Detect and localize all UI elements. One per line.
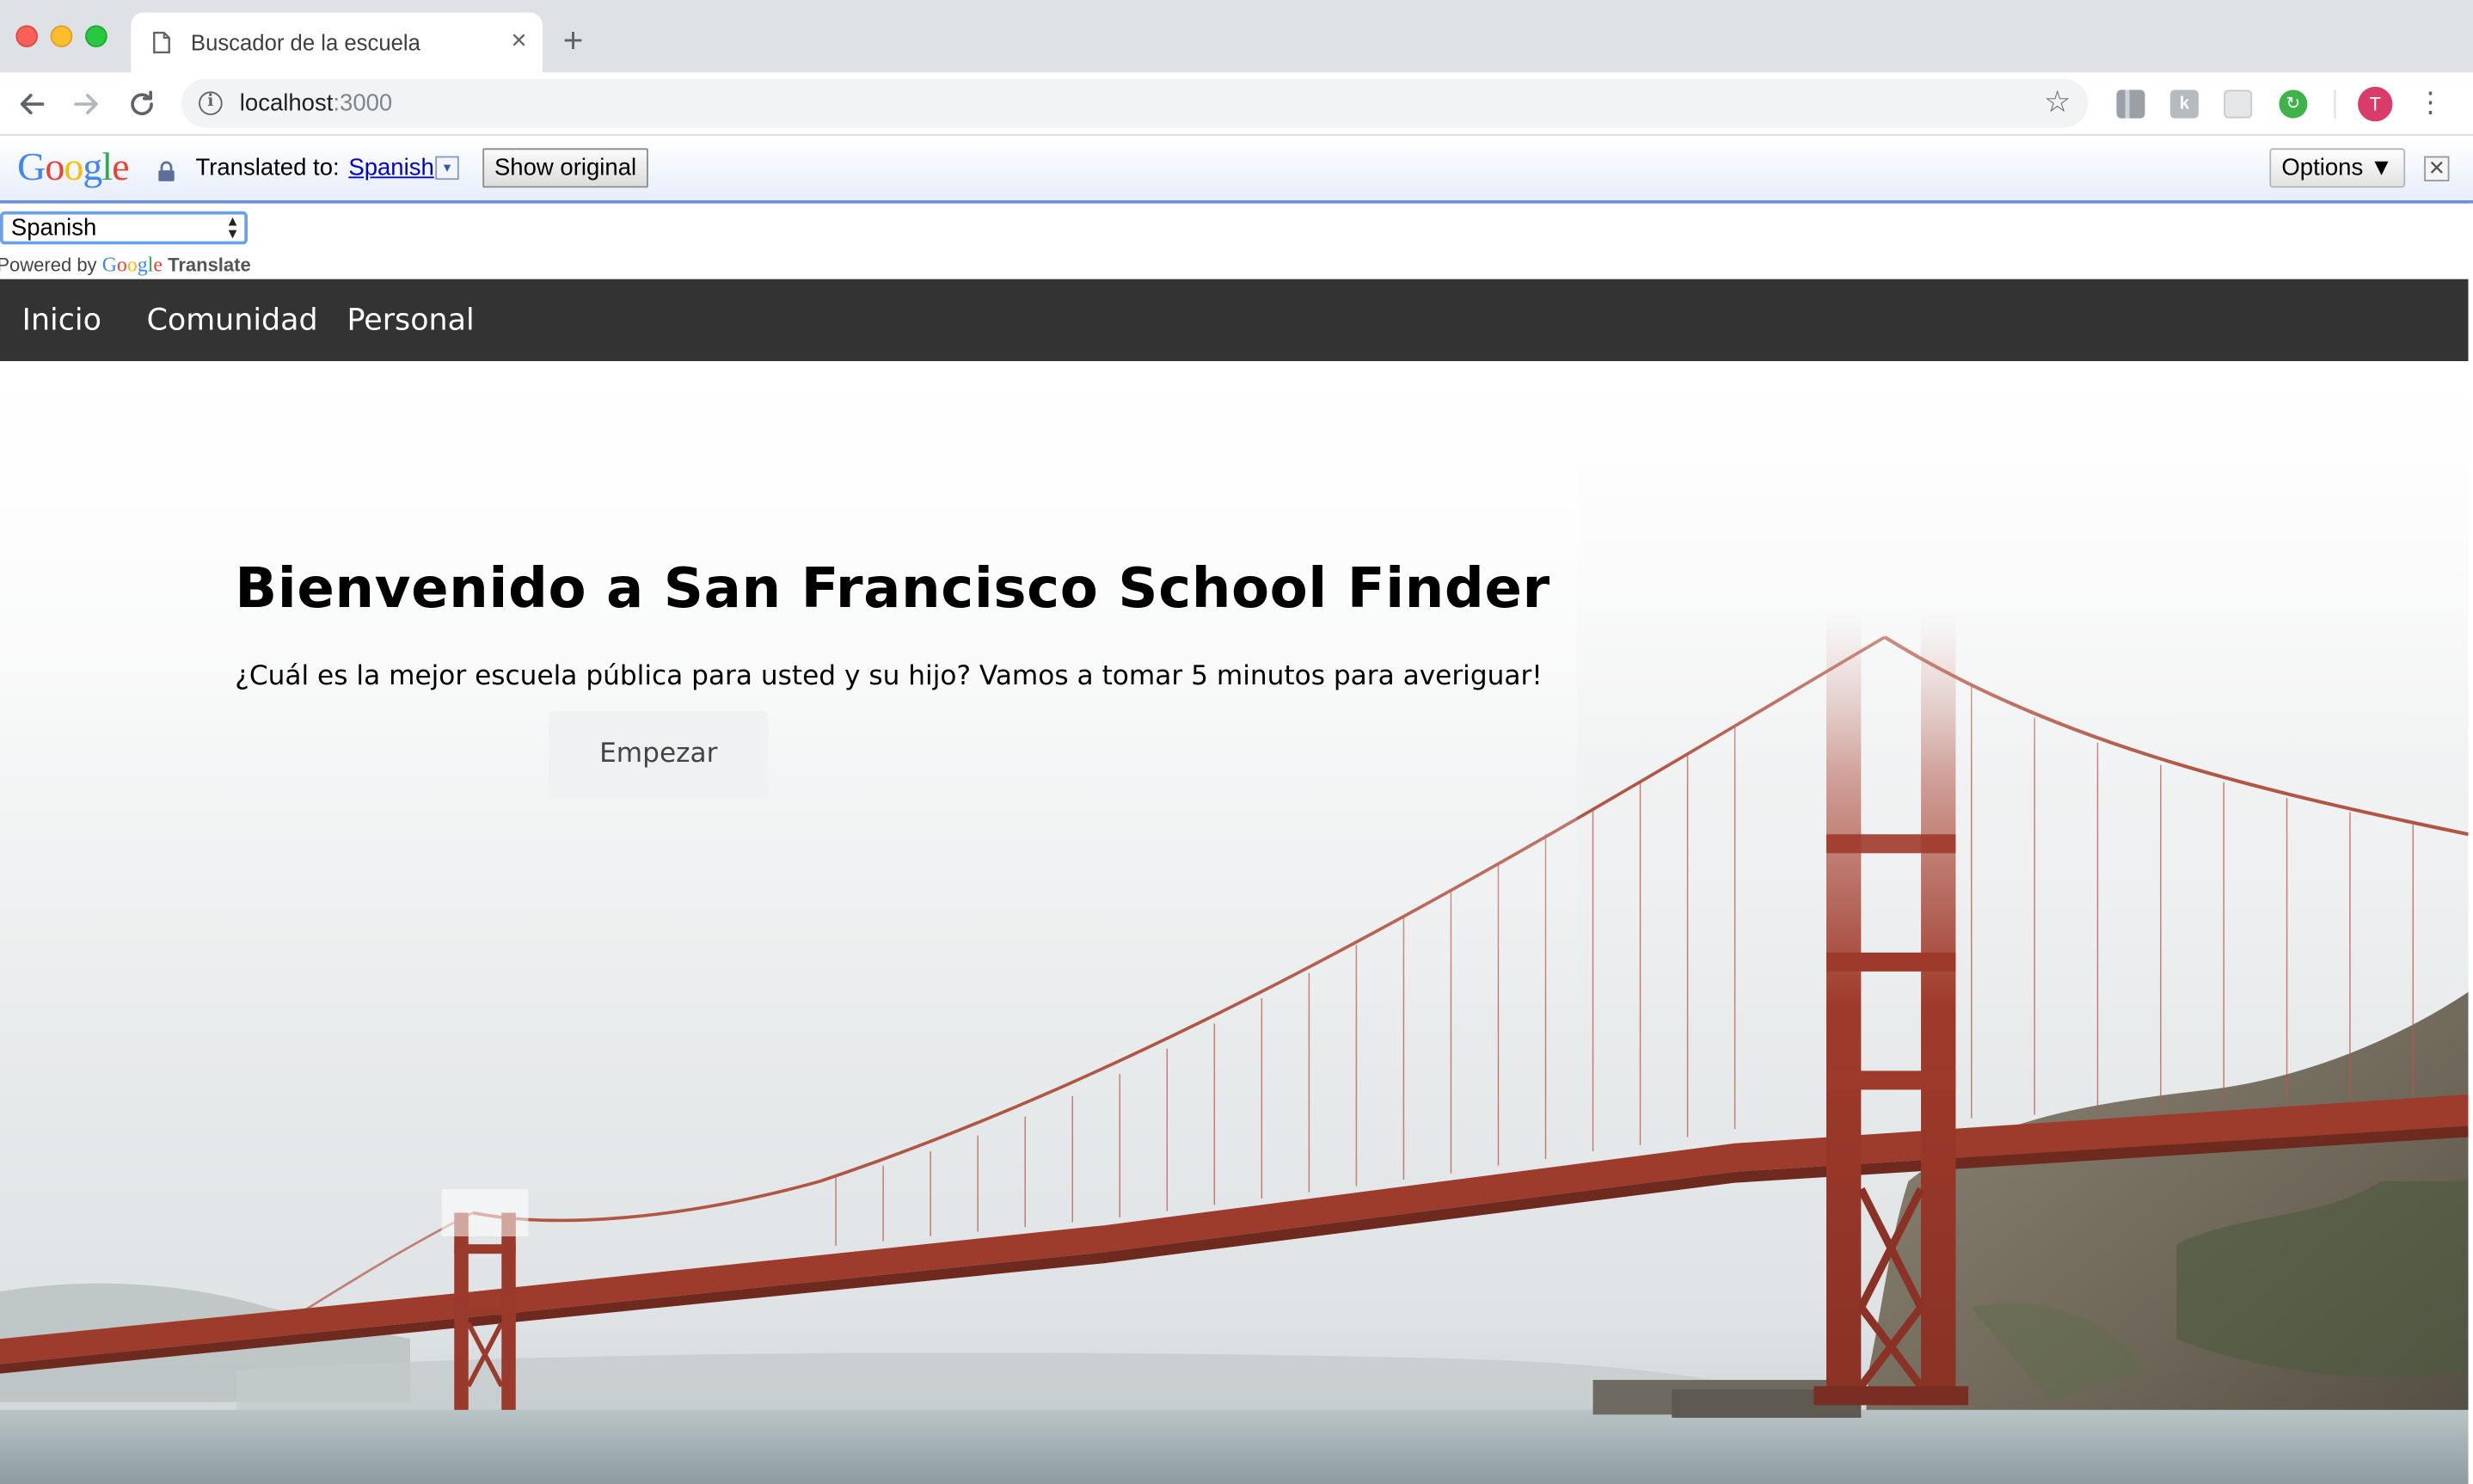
golden-gate-bridge-image	[0, 361, 2469, 1484]
site-info-icon[interactable]: i	[199, 91, 223, 115]
extension-grid-icon[interactable]	[2224, 89, 2253, 119]
hero-subtitle: ¿Cuál es la mejor escuela pública para u…	[235, 660, 1543, 693]
hero-title: Bienvenido a San Francisco School Finder	[235, 558, 1550, 622]
profile-avatar[interactable]: T	[2358, 86, 2393, 122]
nav-link-comunidad[interactable]: Comunidad	[147, 303, 318, 337]
extension-barcode-icon[interactable]	[2116, 89, 2145, 119]
url-text[interactable]: localhost:3000	[240, 90, 392, 117]
window-close-button[interactable]	[15, 25, 39, 48]
browser-tabstrip: Buscador de la escuela × +	[0, 0, 2473, 73]
lock-icon	[158, 161, 175, 181]
translated-language-link[interactable]: Spanish	[348, 155, 433, 181]
back-arrow-icon[interactable]	[15, 87, 49, 121]
google-logo: Google	[17, 146, 129, 190]
powered-by-google-translate: Powered by Google Translate	[0, 252, 251, 276]
google-small-logo: Google	[101, 252, 163, 276]
site-navbar: Inicio Comunidad Personal	[0, 279, 2469, 362]
translated-to-label: Translated to:	[195, 154, 340, 181]
nav-link-personal[interactable]: Personal	[347, 303, 475, 337]
translate-options-button[interactable]: Options ▼	[2269, 148, 2406, 188]
select-arrows-icon: ▲ ▼	[225, 212, 240, 242]
nav-link-inicio[interactable]: Inicio	[22, 303, 101, 337]
address-bar[interactable]: i localhost:3000 ☆	[181, 78, 2089, 128]
tab-close-icon[interactable]: ×	[511, 26, 526, 55]
document-icon	[153, 31, 170, 54]
hero-section: Bienvenido a San Francisco School Finder…	[0, 361, 2469, 1484]
show-original-button[interactable]: Show original	[482, 148, 648, 188]
extension-green-icon[interactable]: ↻	[2279, 89, 2308, 119]
google-translate-bar: Google Translated to: Spanish ▾ Show ori…	[0, 137, 2473, 204]
browser-toolbar: i localhost:3000 ☆ k ↻ T ⋮	[0, 72, 2473, 136]
bookmark-star-icon[interactable]: ☆	[2044, 85, 2071, 121]
toolbar-separator	[2334, 89, 2336, 119]
translate-close-icon[interactable]: ✕	[2424, 156, 2450, 181]
language-dropdown-icon[interactable]: ▾	[435, 156, 459, 181]
language-select[interactable]: Spanish ▲ ▼	[0, 211, 248, 245]
start-button[interactable]: Empezar	[549, 711, 769, 799]
new-tab-button[interactable]: +	[563, 23, 584, 58]
extension-k-icon[interactable]: k	[2169, 89, 2199, 119]
tab-title: Buscador de la escuela	[190, 29, 420, 56]
language-select-value: Spanish	[10, 214, 97, 242]
page-right-edge	[2468, 203, 2473, 1484]
window-maximize-button[interactable]	[85, 25, 107, 48]
window-minimize-button[interactable]	[50, 25, 73, 48]
browser-tab-active[interactable]: Buscador de la escuela ×	[131, 12, 543, 73]
browser-menu-icon[interactable]: ⋮	[2416, 85, 2445, 120]
reload-icon[interactable]	[125, 87, 159, 121]
forward-arrow-icon[interactable]	[70, 87, 104, 121]
